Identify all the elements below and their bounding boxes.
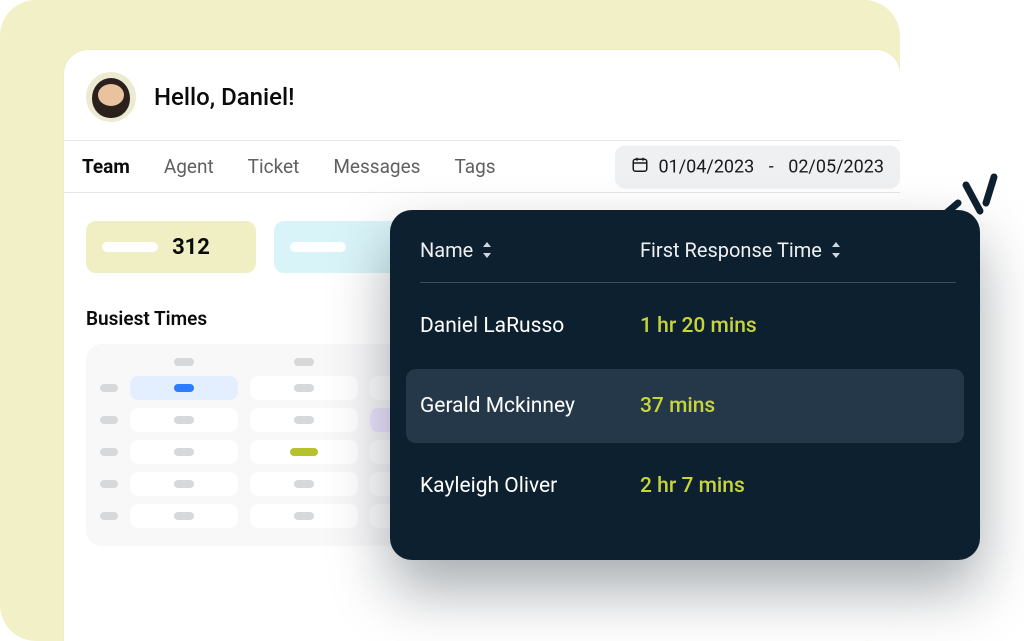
kpi-team-count[interactable]: 312 xyxy=(86,221,256,273)
header: Hello, Daniel! xyxy=(64,50,900,140)
kpi-placeholder-bar xyxy=(102,242,158,252)
kpi-team-count-value: 312 xyxy=(172,235,210,260)
tab-team[interactable]: Team xyxy=(82,155,130,178)
heatmap-cell[interactable] xyxy=(130,376,238,400)
heatmap-cell[interactable] xyxy=(130,408,238,432)
tab-ticket[interactable]: Ticket xyxy=(248,155,300,178)
agent-name: Kayleigh Oliver xyxy=(420,474,640,498)
panel-header: Name First Response Time xyxy=(420,238,956,283)
agent-name: Gerald Mckinney xyxy=(420,394,640,418)
tab-tags[interactable]: Tags xyxy=(454,155,495,178)
response-time-panel: Name First Response Time Daniel LaRusso … xyxy=(390,210,980,560)
heatmap-cell[interactable] xyxy=(250,408,358,432)
calendar-icon xyxy=(631,155,649,178)
panel-row[interactable]: Gerald Mckinney 37 mins xyxy=(406,369,964,443)
column-header-frt-label: First Response Time xyxy=(640,238,822,262)
tabs-bar: Team Agent Ticket Messages Tags 01/04/20… xyxy=(64,140,900,193)
kpi-placeholder-bar xyxy=(290,242,346,252)
heatmap-cell[interactable] xyxy=(250,472,358,496)
sort-icon xyxy=(830,242,842,258)
first-response-time: 1 hr 20 mins xyxy=(640,314,757,338)
tab-messages[interactable]: Messages xyxy=(333,155,420,178)
heatmap-cell[interactable] xyxy=(130,504,238,528)
heatmap-cell[interactable] xyxy=(130,440,238,464)
tab-agent[interactable]: Agent xyxy=(164,155,214,178)
date-range-picker[interactable]: 01/04/2023 - 02/05/2023 xyxy=(615,145,901,188)
sort-icon xyxy=(481,242,493,258)
agent-name: Daniel LaRusso xyxy=(420,314,640,338)
date-range-sep: - xyxy=(764,156,778,177)
panel-row[interactable]: Kayleigh Oliver 2 hr 7 mins xyxy=(420,449,956,523)
date-range-end: 02/05/2023 xyxy=(788,156,884,177)
heatmap-cell[interactable] xyxy=(250,504,358,528)
date-range-start: 01/04/2023 xyxy=(659,156,755,177)
greeting-text: Hello, Daniel! xyxy=(154,83,294,111)
heatmap-cell[interactable] xyxy=(250,376,358,400)
column-header-first-response-time[interactable]: First Response Time xyxy=(640,238,842,262)
panel-row[interactable]: Daniel LaRusso 1 hr 20 mins xyxy=(420,289,956,363)
column-header-name[interactable]: Name xyxy=(420,238,640,262)
heatmap-cell[interactable] xyxy=(250,440,358,464)
user-avatar[interactable] xyxy=(86,72,136,122)
heatmap-cell[interactable] xyxy=(130,472,238,496)
first-response-time: 37 mins xyxy=(640,394,715,418)
first-response-time: 2 hr 7 mins xyxy=(640,474,745,498)
column-header-name-label: Name xyxy=(420,238,473,262)
